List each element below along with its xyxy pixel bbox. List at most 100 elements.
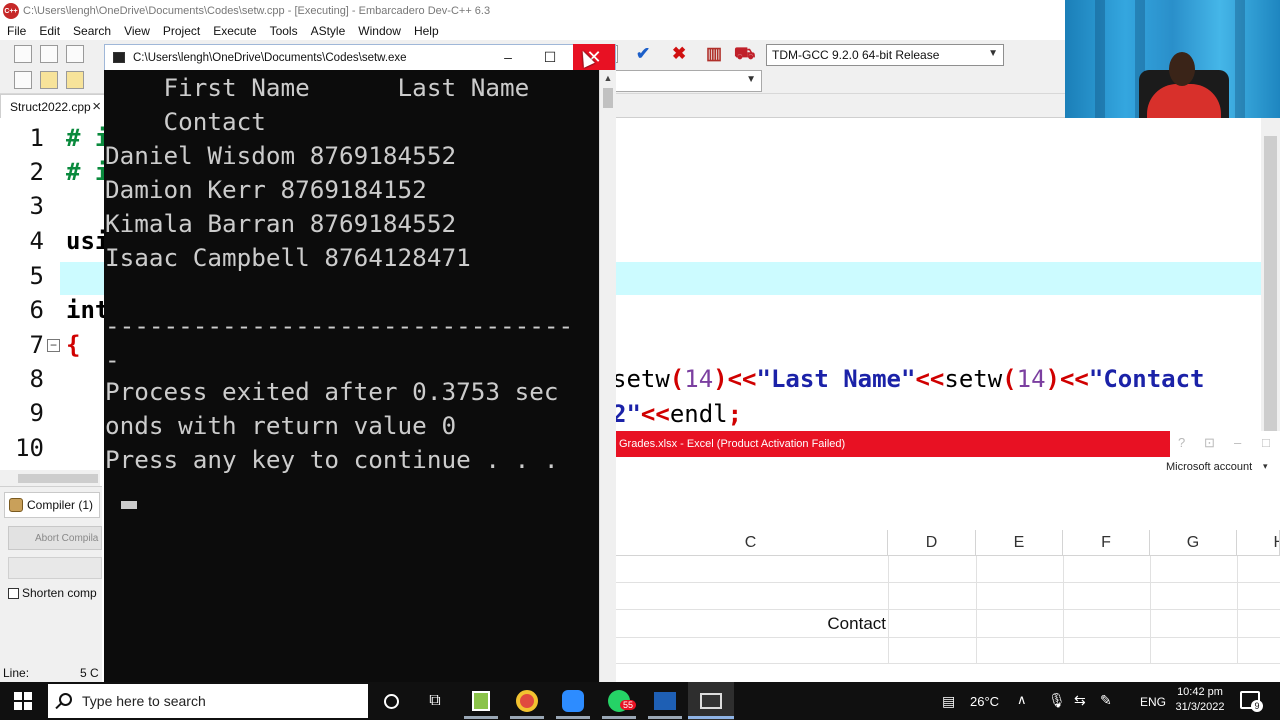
column-header-f[interactable]: F	[1063, 530, 1150, 556]
menu-file[interactable]: File	[0, 24, 32, 38]
column-header-e[interactable]: E	[976, 530, 1063, 556]
maximize-icon[interactable]: □	[1262, 435, 1270, 450]
close-tab-icon[interactable]: ×	[92, 98, 101, 115]
open-file-icon[interactable]	[40, 45, 58, 63]
notification-count: 9	[1251, 700, 1263, 712]
save-icon[interactable]	[66, 45, 84, 63]
windows-start-icon[interactable]	[14, 692, 32, 710]
fold-collapse-icon[interactable]: −	[47, 339, 60, 352]
bookmark-icon[interactable]	[40, 71, 58, 89]
new-file-icon[interactable]	[14, 45, 32, 63]
microphone-icon[interactable]: 🎙	[1048, 692, 1066, 709]
microsoft-account-link[interactable]: Microsoft account	[1166, 461, 1252, 473]
console-minimize-button[interactable]: –	[487, 44, 529, 70]
menu-edit[interactable]: Edit	[32, 24, 66, 38]
open-app-indicator	[602, 716, 636, 719]
compiler-tab[interactable]: Compiler (1)	[4, 492, 100, 518]
console-line: Isaac Campbell 8764128471	[105, 243, 471, 272]
console-scrollbar[interactable]: ▲	[599, 70, 616, 684]
panel-button[interactable]	[8, 557, 102, 579]
stop-execution-icon[interactable]: ✖	[672, 45, 686, 63]
devcpp-app-icon: C++	[3, 3, 19, 19]
menu-help[interactable]: Help	[407, 24, 445, 38]
open-app-indicator	[464, 716, 498, 719]
row-gridline	[614, 637, 1280, 638]
weather-temperature[interactable]: 26°C	[970, 694, 999, 709]
help-icon[interactable]: ?	[1178, 435, 1185, 450]
scroll-up-icon[interactable]: ▲	[600, 70, 616, 86]
code-token: "Contact	[1088, 365, 1205, 393]
whatsapp-icon[interactable]: 55	[596, 682, 642, 720]
input-language[interactable]: ENG	[1140, 695, 1166, 709]
toggle-bookmark-icon[interactable]	[66, 71, 84, 89]
console-line: Press any key to continue . . .	[105, 445, 559, 474]
search-placeholder: Type here to search	[82, 693, 206, 709]
column-header-d[interactable]: D	[888, 530, 976, 556]
col-gridline	[976, 556, 977, 664]
file-tab-struct2022[interactable]: Struct2022.cpp ×	[0, 94, 106, 118]
debug-icon[interactable]: ⛟	[734, 45, 755, 63]
open-app-indicator	[648, 716, 682, 719]
zoom-icon[interactable]	[550, 682, 596, 720]
code-token: setw	[944, 365, 1003, 393]
menu-project[interactable]: Project	[156, 24, 206, 38]
scroll-thumb[interactable]	[603, 88, 613, 108]
console-output[interactable]: First Name Last Name Contact Daniel Wisd…	[104, 70, 599, 684]
status-line-label: Line:	[3, 666, 30, 680]
minimize-icon[interactable]: –	[1234, 435, 1241, 450]
column-header-h[interactable]: H	[1237, 530, 1280, 556]
ribbon-display-icon[interactable]: ⊡	[1204, 435, 1215, 451]
menu-window[interactable]: Window	[351, 24, 407, 38]
webcam-decoration	[1235, 0, 1245, 118]
network-icon[interactable]: ⇆	[1074, 692, 1086, 709]
taskbar-clock[interactable]: 10:42 pm 31/3/2022	[1165, 685, 1235, 715]
column-header-c[interactable]: C	[614, 530, 888, 556]
code-line-2: # i	[66, 158, 110, 186]
menu-tools[interactable]: Tools	[263, 24, 304, 38]
chart-profile-icon[interactable]: ▥	[706, 45, 722, 63]
notification-center-icon[interactable]: 9	[1240, 691, 1263, 712]
column-header-h-label: H	[1273, 534, 1279, 552]
tray-chevron-up-icon[interactable]: ∧	[1017, 692, 1027, 708]
menu-execute[interactable]: Execute	[206, 24, 262, 38]
compiler-select-value: TDM-GCC 9.2.0 64-bit Release	[772, 48, 940, 62]
notepad-icon[interactable]	[458, 682, 504, 720]
console-window-title: C:\Users\lengh\OneDrive\Documents\Codes\…	[133, 51, 407, 64]
shorten-checkbox[interactable]	[8, 587, 19, 599]
compiler-icon	[9, 498, 23, 512]
editor-horizontal-scrollbar[interactable]	[0, 470, 100, 486]
shorten-paths-option[interactable]: Shorten comp	[8, 586, 97, 600]
pen-icon[interactable]: ✎	[1100, 692, 1112, 709]
col-gridline	[1150, 556, 1151, 664]
abort-compilation-button[interactable]: Abort Compila	[8, 526, 102, 550]
cell-contact[interactable]: Contact	[740, 614, 886, 636]
console-line: onds with return value 0	[105, 411, 457, 440]
check-syntax-icon[interactable]: ✔	[636, 45, 650, 63]
goto-icon[interactable]	[14, 71, 32, 89]
chevron-down-icon[interactable]: ▾	[1263, 461, 1268, 472]
editor-vertical-scrollbar[interactable]	[1261, 118, 1280, 470]
powershell-icon[interactable]	[642, 682, 688, 720]
menu-search[interactable]: Search	[66, 24, 117, 38]
cortana-icon[interactable]	[368, 682, 414, 720]
task-view-icon[interactable]: ⧉	[412, 682, 458, 720]
webcam-overlay	[1065, 0, 1280, 118]
scroll-thumb[interactable]	[1264, 136, 1277, 466]
function-select[interactable]: ▼	[612, 70, 762, 92]
menu-view[interactable]: View	[117, 24, 156, 38]
chevron-down-icon: ▼	[746, 74, 756, 85]
column-header-g[interactable]: G	[1150, 530, 1237, 556]
compiler-select[interactable]: TDM-GCC 9.2.0 64-bit Release ▼	[766, 44, 1004, 66]
weather-icon[interactable]: ▤	[942, 693, 955, 710]
menu-astyle[interactable]: AStyle	[304, 24, 352, 38]
ide-status-bar: Line: 5 C	[0, 664, 102, 682]
taskbar-search-input[interactable]: Type here to search	[48, 684, 368, 718]
console-taskbar-icon[interactable]	[688, 682, 734, 720]
code-line-7: {	[66, 331, 81, 359]
active-app-indicator	[688, 716, 734, 719]
scroll-thumb[interactable]	[18, 474, 98, 483]
console-app-icon	[113, 52, 125, 63]
excel-title-controls: ? ⊡ – □	[1170, 431, 1280, 457]
console-maximize-button[interactable]: ☐	[529, 44, 571, 70]
chrome-icon[interactable]	[504, 682, 550, 720]
